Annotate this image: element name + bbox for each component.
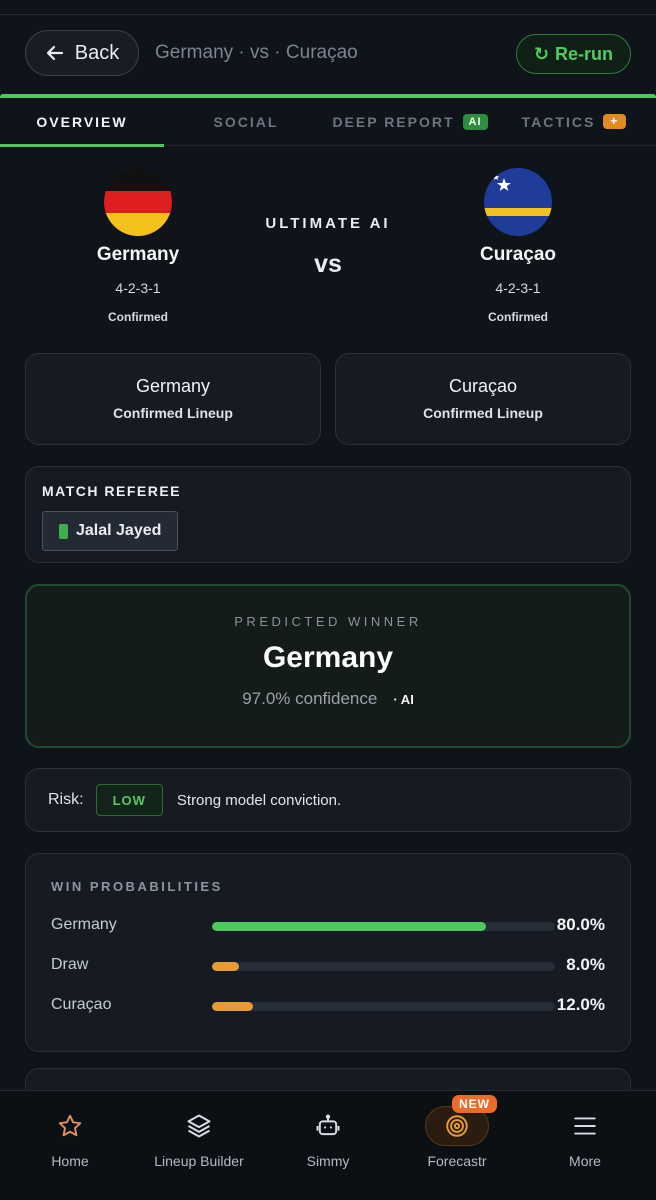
nav-item-forecastr[interactable]: NEW Forecastr bbox=[392, 1095, 522, 1169]
back-button-label: Back bbox=[74, 41, 120, 64]
probability-value: 8.0% bbox=[566, 955, 605, 974]
away-team-formation: 4-2-3-1 bbox=[495, 280, 541, 296]
arrow-left-icon bbox=[46, 45, 63, 61]
probability-value: 80.0% bbox=[556, 915, 605, 934]
tab-deep-report-label: DEEP REPORT bbox=[332, 113, 455, 130]
germany-flag-icon bbox=[104, 168, 172, 236]
probability-track bbox=[212, 962, 555, 971]
menu-icon bbox=[520, 1109, 650, 1143]
nav-item-simmy[interactable]: Simmy bbox=[263, 1109, 393, 1169]
back-button[interactable]: Back bbox=[25, 30, 139, 76]
tab-overview[interactable]: OVERVIEW bbox=[0, 98, 164, 147]
probability-name: Curaçao bbox=[51, 996, 112, 1013]
home-team-name: Germany bbox=[96, 244, 180, 265]
bottom-navigation: Home Lineup Builder Simmy NEW Forecastr … bbox=[0, 1090, 656, 1200]
risk-description: Strong model conviction. bbox=[176, 791, 342, 809]
risk-label: Risk: bbox=[48, 791, 84, 808]
nav-more-label: More bbox=[569, 1153, 601, 1169]
probability-row: Draw 8.0% bbox=[51, 954, 605, 978]
win-probabilities-title: WIN PROBABILITIES bbox=[51, 879, 223, 894]
curacao-flag-icon bbox=[484, 168, 552, 236]
probability-name: Germany bbox=[51, 916, 117, 933]
tab-social-label: SOCIAL bbox=[213, 113, 279, 130]
home-lineup-label: Confirmed Lineup bbox=[113, 405, 233, 421]
probability-track bbox=[212, 1002, 555, 1011]
forecastr-icon-bubble: NEW bbox=[425, 1095, 497, 1146]
rerun-button[interactable]: ↻ Re-run bbox=[516, 34, 631, 74]
star-icon bbox=[5, 1109, 135, 1143]
probability-value: 12.0% bbox=[556, 995, 605, 1014]
tab-deep-report[interactable]: DEEP REPORT AI bbox=[328, 98, 492, 145]
tab-bar: OVERVIEW SOCIAL DEEP REPORT AI TACTICS + bbox=[0, 94, 656, 147]
referee-name: Jalal Jayed bbox=[76, 522, 162, 539]
robot-icon bbox=[263, 1109, 393, 1143]
nav-item-home[interactable]: Home bbox=[5, 1109, 135, 1169]
plus-badge: + bbox=[603, 114, 627, 129]
probability-track bbox=[212, 922, 555, 931]
nav-forecastr-label: Forecastr bbox=[427, 1153, 487, 1169]
away-lineup-team: Curaçao bbox=[448, 376, 518, 396]
rerun-button-label: Re-run bbox=[555, 43, 614, 64]
away-team-status: Confirmed bbox=[488, 310, 548, 324]
probability-bar bbox=[212, 962, 240, 971]
referee-title: MATCH REFEREE bbox=[42, 483, 182, 499]
home-team-status: Confirmed bbox=[108, 310, 168, 324]
ai-badge: AI bbox=[462, 113, 488, 130]
away-team-name: Curaçao bbox=[479, 244, 557, 265]
home-team: Germany 4-2-3-1 Confirmed bbox=[38, 168, 238, 324]
risk-level-badge: LOW bbox=[95, 784, 163, 816]
away-team: Curaçao 4-2-3-1 Confirmed bbox=[418, 168, 618, 324]
tab-tactics[interactable]: TACTICS + bbox=[492, 98, 656, 145]
layers-icon bbox=[134, 1109, 264, 1143]
tab-social[interactable]: SOCIAL bbox=[164, 98, 328, 145]
nav-home-label: Home bbox=[51, 1153, 89, 1169]
new-badge: NEW bbox=[452, 1095, 497, 1113]
referee-chip[interactable]: Jalal Jayed bbox=[42, 511, 179, 551]
away-lineup-card[interactable]: Curaçao Confirmed Lineup bbox=[335, 353, 631, 445]
home-team-formation: 4-2-3-1 bbox=[115, 280, 161, 296]
refresh-icon: ↻ bbox=[533, 43, 550, 64]
tab-tactics-label: TACTICS bbox=[521, 113, 596, 130]
predicted-winner-label: PREDICTED WINNER bbox=[234, 614, 422, 629]
away-lineup-label: Confirmed Lineup bbox=[423, 405, 543, 421]
referee-card: MATCH REFEREE Jalal Jayed bbox=[25, 466, 631, 563]
probability-bar bbox=[212, 1002, 254, 1011]
probability-row: Curaçao 12.0% bbox=[51, 994, 605, 1018]
predicted-winner-card: PREDICTED WINNER Germany 97.0% confidenc… bbox=[25, 584, 631, 748]
top-divider bbox=[0, 14, 656, 15]
referee-card-icon bbox=[59, 523, 68, 539]
target-icon bbox=[446, 1115, 468, 1137]
home-lineup-team: Germany bbox=[135, 376, 211, 396]
home-lineup-card[interactable]: Germany Confirmed Lineup bbox=[25, 353, 321, 445]
risk-card: Risk: LOW Strong model conviction. bbox=[25, 768, 631, 832]
ai-source-label: · AI bbox=[393, 691, 414, 707]
mode-label: ULTIMATE AI bbox=[265, 215, 391, 232]
win-probabilities-card: WIN PROBABILITIES Germany 80.0% Draw 8.0… bbox=[25, 853, 631, 1052]
vs-label: vs bbox=[314, 250, 342, 278]
nav-item-more[interactable]: More bbox=[520, 1109, 650, 1169]
probability-bar bbox=[212, 922, 487, 931]
confidence-text: 97.0% confidence bbox=[242, 689, 378, 708]
probability-row: Germany 80.0% bbox=[51, 914, 605, 938]
nav-item-lineup-builder[interactable]: Lineup Builder bbox=[134, 1109, 264, 1169]
header: Back Germany · vs · Curaçao ↻ Re-run bbox=[0, 28, 656, 82]
tab-overview-label: OVERVIEW bbox=[36, 113, 128, 130]
probability-name: Draw bbox=[51, 956, 89, 973]
predicted-winner-name: Germany bbox=[262, 641, 394, 674]
match-title: Germany · vs · Curaçao bbox=[155, 42, 358, 63]
nav-lineup-builder-label: Lineup Builder bbox=[154, 1153, 244, 1169]
nav-simmy-label: Simmy bbox=[306, 1153, 350, 1169]
